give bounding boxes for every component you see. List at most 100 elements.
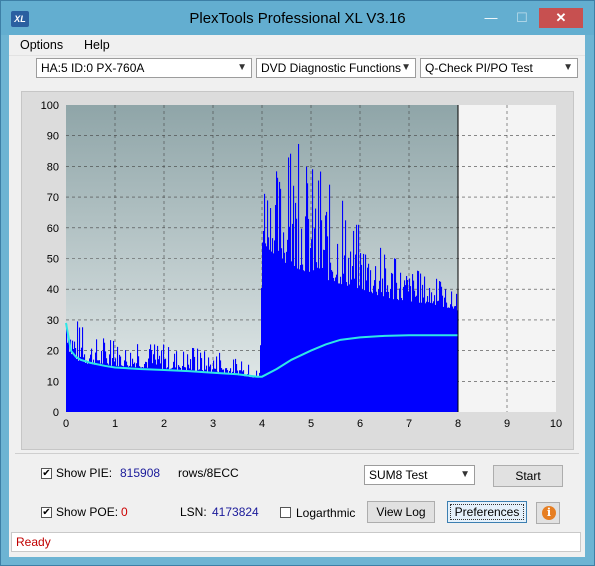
pie-bar	[98, 360, 100, 412]
pie-bar	[378, 289, 380, 412]
pie-bar	[272, 238, 274, 412]
pie-bar	[309, 271, 311, 412]
sum-test-select[interactable]: SUM8 Test ▼	[364, 465, 475, 485]
pie-bar	[290, 153, 292, 412]
pie-bar	[189, 368, 191, 412]
pie-bar	[433, 301, 435, 412]
function-select[interactable]: DVD Diagnostic Functions ▼	[256, 58, 416, 78]
pie-bar	[251, 377, 253, 412]
pie-bar	[143, 367, 145, 412]
pie-bar	[68, 338, 70, 412]
pie-bar	[342, 200, 344, 412]
pie-bar	[161, 350, 163, 412]
show-pie-label: Show PIE:	[56, 466, 113, 480]
pie-bar	[407, 280, 409, 412]
pie-bar	[121, 365, 123, 412]
pie-bar	[437, 301, 439, 412]
pie-bar	[222, 369, 224, 412]
pie-bar	[287, 239, 289, 412]
menu-help[interactable]: Help	[84, 38, 110, 52]
pie-bar	[254, 376, 256, 412]
pie-bar	[130, 352, 132, 412]
test-type-select[interactable]: Q-Check PI/PO Test ▼	[420, 58, 578, 78]
pie-bar	[349, 284, 351, 412]
pie-bar	[263, 230, 265, 412]
pie-bar	[452, 306, 454, 412]
pie-bar	[83, 357, 85, 412]
pie-bar	[302, 264, 304, 412]
pie-bar	[363, 253, 365, 412]
pie-bar	[69, 351, 71, 412]
pie-bar	[374, 280, 376, 412]
pie-bar	[269, 249, 271, 412]
pie-bar	[347, 285, 349, 412]
show-pie-checkbox[interactable]: ✔	[41, 468, 52, 479]
pie-bar	[140, 367, 142, 412]
x-tick-label: 4	[259, 418, 265, 430]
pie-bar	[226, 368, 228, 412]
pie-bar	[330, 262, 332, 412]
pie-bar	[200, 352, 202, 412]
title-bar[interactable]: XL PlexTools Professional XL V3.16 — ☐ ✕	[1, 1, 594, 35]
pie-bar	[292, 223, 294, 412]
pie-bar	[74, 341, 76, 412]
maximize-button[interactable]: ☐	[509, 8, 535, 28]
pie-bar	[353, 230, 355, 412]
pie-bar	[276, 171, 278, 412]
pie-bar	[101, 350, 103, 412]
pie-bar	[413, 280, 415, 412]
pie-bar	[369, 291, 371, 412]
pie-bar	[176, 351, 178, 412]
pie-bar	[408, 291, 410, 412]
pie-bar	[125, 350, 127, 412]
pie-bar	[134, 362, 136, 412]
x-tick-label: 5	[308, 418, 314, 430]
pie-bar	[192, 347, 194, 412]
pie-bar	[426, 301, 428, 412]
close-button[interactable]: ✕	[539, 8, 583, 28]
pie-bar	[228, 373, 230, 412]
pie-bar	[417, 270, 419, 412]
info-button[interactable]: i	[536, 502, 560, 524]
pie-bar	[187, 354, 189, 412]
pie-bar	[195, 370, 197, 412]
pie-bar	[97, 360, 99, 412]
y-tick-label: 0	[53, 407, 59, 419]
pie-bar	[79, 327, 81, 412]
pie-bar	[392, 273, 394, 412]
pie-bar	[427, 296, 429, 412]
logarithmic-checkbox[interactable]	[280, 507, 291, 518]
start-button[interactable]: Start	[493, 465, 563, 487]
menu-options[interactable]: Options	[20, 38, 63, 52]
pie-bar	[432, 303, 434, 412]
pie-bar	[236, 364, 238, 412]
pie-bar	[208, 357, 210, 412]
pie-bar	[317, 267, 319, 412]
pie-bar	[401, 297, 403, 412]
preferences-button[interactable]: Preferences	[447, 501, 527, 523]
pie-bar	[221, 368, 223, 412]
pie-bar	[280, 188, 282, 412]
pie-bar	[216, 356, 218, 412]
pie-bar	[283, 232, 285, 412]
pie-bar	[198, 369, 200, 412]
pie-bar	[337, 243, 339, 412]
pie-bar	[431, 292, 433, 412]
pie-bar	[393, 299, 395, 412]
pie-bar	[169, 369, 171, 412]
pie-bar	[403, 286, 405, 412]
show-poe-checkbox[interactable]: ✔	[41, 507, 52, 518]
view-log-button[interactable]: View Log	[367, 501, 435, 523]
pie-bar	[315, 208, 317, 412]
pie-bar	[238, 375, 240, 412]
pie-bar	[279, 181, 281, 412]
drive-select[interactable]: HA:5 ID:0 PX-760A ▼	[36, 58, 252, 78]
pie-bar	[218, 372, 220, 412]
pie-bar	[250, 377, 252, 412]
menu-bar: Options Help	[9, 35, 585, 56]
minimize-button[interactable]: —	[478, 8, 504, 28]
pie-bar	[99, 360, 101, 412]
client-area: Options Help HA:5 ID:0 PX-760A ▼ DVD Dia…	[9, 35, 585, 557]
pie-bar	[313, 270, 315, 412]
pie-bar	[175, 367, 177, 412]
